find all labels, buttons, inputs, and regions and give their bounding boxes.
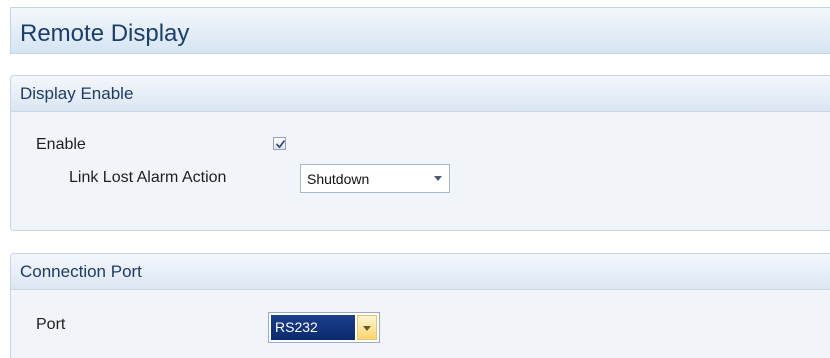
display-enable-title: Display Enable [20,84,134,103]
connection-port-header: Connection Port [11,254,830,290]
port-label: Port [36,316,66,333]
chevron-down-icon [434,176,442,181]
display-enable-header: Display Enable [11,76,830,112]
page-title: Remote Display [20,20,190,47]
display-enable-group: Display Enable Enable Link Lost Alarm Ac… [10,75,830,231]
link-lost-alarm-action-dropdown[interactable]: Shutdown [300,164,450,193]
link-lost-alarm-action-value: Shutdown [307,171,370,187]
connection-port-title: Connection Port [20,262,142,281]
enable-checkbox[interactable] [273,137,286,150]
enable-label: Enable [36,136,86,153]
port-selected-value: RS232 [271,315,355,340]
port-dropdown-button[interactable] [357,315,377,340]
link-lost-alarm-action-label: Link Lost Alarm Action [69,169,227,186]
connection-port-group: Connection Port Port RS232 [10,253,830,358]
check-mark-icon [276,140,285,149]
port-dropdown[interactable]: RS232 [268,312,380,343]
remote-display-panel: Remote Display Display Enable Enable Lin… [0,0,830,358]
chevron-down-icon [363,326,371,331]
page-header: Remote Display [10,7,830,54]
dropdown-arrow-button[interactable] [427,165,449,192]
port-value: RS232 [275,319,318,335]
